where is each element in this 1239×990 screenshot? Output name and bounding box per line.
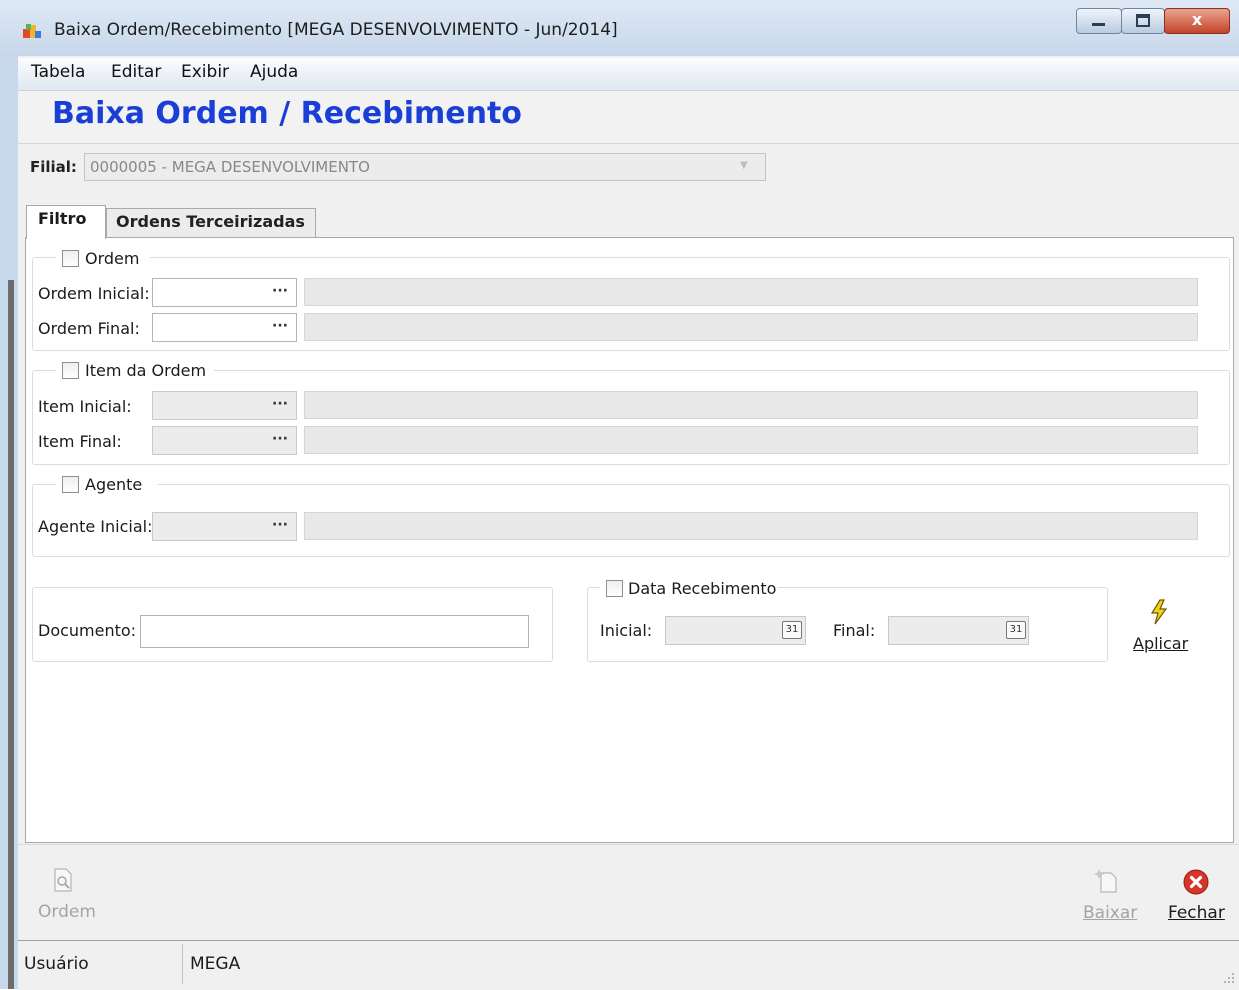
item-checkbox[interactable] <box>62 362 79 379</box>
agente-checkbox-label: Agente <box>85 475 143 494</box>
ordem-checkbox-label: Ordem <box>85 249 140 268</box>
app-icon <box>22 22 42 40</box>
maximize-button[interactable] <box>1121 8 1165 34</box>
window-title: Baixa Ordem/Recebimento [MEGA DESENVOLVI… <box>54 20 618 40</box>
document-search-icon[interactable] <box>52 868 74 892</box>
ordem-checkbox[interactable] <box>62 250 79 267</box>
chevron-down-icon: ▼ <box>740 160 748 171</box>
filial-value: 0000005 - MEGA DESENVOLVIMENTO <box>90 158 370 176</box>
documento-label: Documento: <box>38 621 137 640</box>
menu-editar[interactable]: Editar <box>111 62 161 82</box>
bottom-toolbar <box>18 844 1239 941</box>
agente-checkbox[interactable] <box>62 476 79 493</box>
page-title: Baixa Ordem / Recebimento <box>52 96 522 131</box>
close-window-button[interactable]: x <box>1164 8 1230 34</box>
resize-grip-icon[interactable] <box>1222 970 1236 984</box>
menu-tabela[interactable]: Tabela <box>31 62 85 82</box>
agente-inicial-label: Agente Inicial: <box>38 517 153 536</box>
agente-inicial-description <box>304 512 1198 540</box>
window-left-edge <box>8 280 14 989</box>
minimize-button[interactable] <box>1076 8 1122 34</box>
agente-inicial-lookup-button[interactable]: ··· <box>268 517 292 533</box>
item-final-label: Item Final: <box>38 432 122 451</box>
baixar-button[interactable]: Baixar <box>1083 903 1137 923</box>
ordem-inicial-description <box>304 278 1198 306</box>
item-final-lookup-button[interactable]: ··· <box>268 431 292 447</box>
status-user-value: MEGA <box>190 954 241 974</box>
new-document-icon[interactable] <box>1094 868 1120 894</box>
item-inicial-lookup-button[interactable]: ··· <box>268 396 292 412</box>
status-user-label: Usuário <box>24 954 89 974</box>
ordem-final-description <box>304 313 1198 341</box>
ordem-final-lookup-button[interactable]: ··· <box>268 318 292 334</box>
menu-exibir[interactable]: Exibir <box>181 62 229 82</box>
item-inicial-description <box>304 391 1198 419</box>
data-final-label: Final: <box>833 621 876 640</box>
tab-filtro-label[interactable]: Filtro <box>38 209 86 228</box>
item-final-description <box>304 426 1198 454</box>
ordem-toolbar-button[interactable]: Ordem <box>38 902 96 922</box>
tab-ordens-terceirizadas-label[interactable]: Ordens Terceirizadas <box>116 212 305 231</box>
menu-ajuda[interactable]: Ajuda <box>250 62 298 82</box>
ordem-final-label: Ordem Final: <box>38 319 140 338</box>
close-circle-icon[interactable] <box>1183 869 1209 895</box>
item-inicial-label: Item Inicial: <box>38 397 132 416</box>
data-inicial-label: Inicial: <box>600 621 653 640</box>
lightning-icon[interactable] <box>1148 599 1170 625</box>
aplicar-button[interactable]: Aplicar <box>1133 634 1188 653</box>
fechar-button[interactable]: Fechar <box>1168 903 1225 923</box>
item-checkbox-label: Item da Ordem <box>85 361 207 380</box>
documento-input[interactable] <box>140 615 529 648</box>
ordem-inicial-label: Ordem Inicial: <box>38 284 150 303</box>
calendar-icon[interactable]: 31 <box>1006 621 1026 639</box>
data-recebimento-checkbox[interactable] <box>606 580 623 597</box>
calendar-icon[interactable]: 31 <box>782 621 802 639</box>
ordem-inicial-lookup-button[interactable]: ··· <box>268 283 292 299</box>
status-divider <box>182 944 183 984</box>
data-recebimento-label: Data Recebimento <box>628 579 777 598</box>
filial-label: Filial: <box>30 158 77 176</box>
